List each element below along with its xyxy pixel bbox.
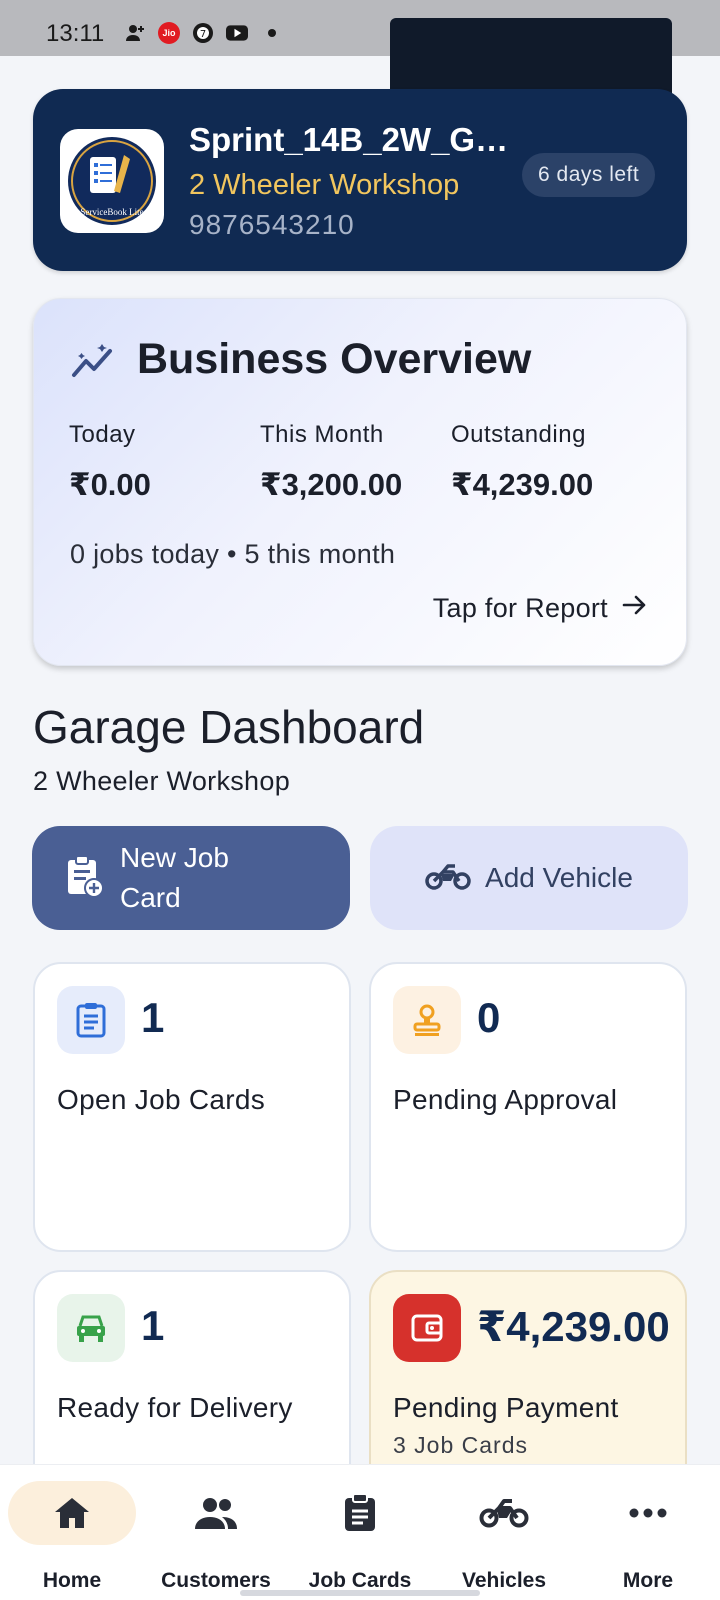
car-icon bbox=[57, 1294, 125, 1362]
status-bar: 13:11 Jio 7 bbox=[0, 0, 720, 118]
arrow-right-icon bbox=[622, 593, 648, 624]
dashboard-subtitle: 2 Wheeler Workshop bbox=[33, 766, 291, 796]
stat-this-month: This Month ₹3,200.00 bbox=[260, 421, 402, 503]
clipboard-icon bbox=[57, 986, 125, 1054]
garage-phone: 9876543210 bbox=[189, 209, 355, 240]
tile-value: 1 bbox=[141, 994, 165, 1041]
stat-outstanding: Outstanding ₹4,239.00 bbox=[451, 421, 593, 503]
bottom-navigation: Home Customers Job Cards Vehicles More bbox=[0, 1464, 720, 1600]
person-add-icon bbox=[124, 22, 146, 44]
overview-title: Business Overview bbox=[137, 335, 532, 383]
badge-icon: 7 bbox=[192, 22, 214, 44]
nav-item-vehicles[interactable]: Vehicles bbox=[432, 1465, 576, 1600]
nav-label: More bbox=[622, 1569, 674, 1592]
nav-item-home[interactable]: Home bbox=[0, 1465, 144, 1600]
add-vehicle-label: Add Vehicle bbox=[485, 862, 633, 893]
stat-value: ₹3,200.00 bbox=[260, 467, 403, 502]
stat-value: ₹0.00 bbox=[69, 467, 151, 502]
tile-label: Pending Payment bbox=[393, 1392, 619, 1423]
garage-type: 2 Wheeler Workshop bbox=[189, 169, 460, 201]
clipboard-icon bbox=[296, 1481, 424, 1545]
nav-item-customers[interactable]: Customers bbox=[144, 1465, 288, 1600]
nav-item-more[interactable]: More bbox=[576, 1465, 720, 1600]
tile-value: 1 bbox=[141, 1302, 165, 1349]
home-icon bbox=[8, 1481, 136, 1545]
nav-item-job-cards[interactable]: Job Cards bbox=[288, 1465, 432, 1600]
gesture-bar[interactable] bbox=[240, 1590, 480, 1596]
stamp-icon bbox=[393, 986, 461, 1054]
subscription-badge[interactable]: 6 days left bbox=[522, 153, 656, 197]
tile-value: ₹4,239.00 bbox=[477, 1303, 670, 1350]
insights-icon bbox=[70, 343, 116, 384]
people-icon bbox=[152, 1481, 280, 1545]
dashboard-title: Garage Dashboard bbox=[33, 701, 425, 753]
more-icon bbox=[584, 1481, 712, 1545]
report-link-label: Tap for Report bbox=[432, 593, 608, 623]
more-notifications-dot-icon bbox=[268, 29, 276, 37]
tile-label: Pending Approval bbox=[393, 1084, 618, 1115]
jio-icon: Jio bbox=[158, 22, 180, 44]
youtube-icon bbox=[226, 22, 248, 44]
motorcycle-icon bbox=[440, 1481, 568, 1545]
business-overview-card[interactable]: Business Overview Today ₹0.00 This Month… bbox=[33, 298, 687, 666]
jobs-summary: 0 jobs today • 5 this month bbox=[70, 539, 396, 569]
stat-value: ₹4,239.00 bbox=[451, 467, 594, 502]
wallet-icon bbox=[393, 1294, 461, 1362]
stat-today: Today ₹0.00 bbox=[69, 421, 151, 503]
new-job-card-label: New Job Card bbox=[120, 842, 229, 913]
tile-sublabel: 3 Job Cards bbox=[393, 1432, 529, 1458]
stat-label: Outstanding bbox=[451, 421, 586, 448]
status-time: 13:11 bbox=[46, 20, 105, 47]
stat-label: This Month bbox=[260, 421, 384, 448]
tile-pending-approval[interactable]: 0 Pending Approval bbox=[369, 962, 687, 1252]
svg-text:7: 7 bbox=[200, 29, 206, 40]
tile-label: Open Job Cards bbox=[57, 1084, 266, 1115]
garage-name: Sprint_14B_2W_Garage bbox=[189, 121, 519, 158]
report-link[interactable]: Tap for Report bbox=[433, 593, 648, 624]
add-vehicle-button[interactable]: Add Vehicle bbox=[370, 826, 688, 930]
new-job-card-button[interactable]: New Job Card bbox=[32, 826, 350, 930]
tile-label: Ready for Delivery bbox=[57, 1392, 293, 1423]
clipboard-add-icon bbox=[66, 854, 104, 903]
status-icons: Jio 7 bbox=[124, 22, 276, 44]
motorcycle-icon bbox=[425, 862, 471, 895]
stat-label: Today bbox=[69, 421, 136, 448]
tile-open-job-cards[interactable]: 1 Open Job Cards bbox=[33, 962, 351, 1252]
nav-label: Home bbox=[42, 1569, 102, 1592]
tile-value: 0 bbox=[477, 994, 501, 1041]
garage-profile-card[interactable]: ServiceBook Lite Sprint_14B_2W_Garage 2 … bbox=[33, 89, 687, 271]
app-logo: ServiceBook Lite bbox=[60, 129, 164, 233]
